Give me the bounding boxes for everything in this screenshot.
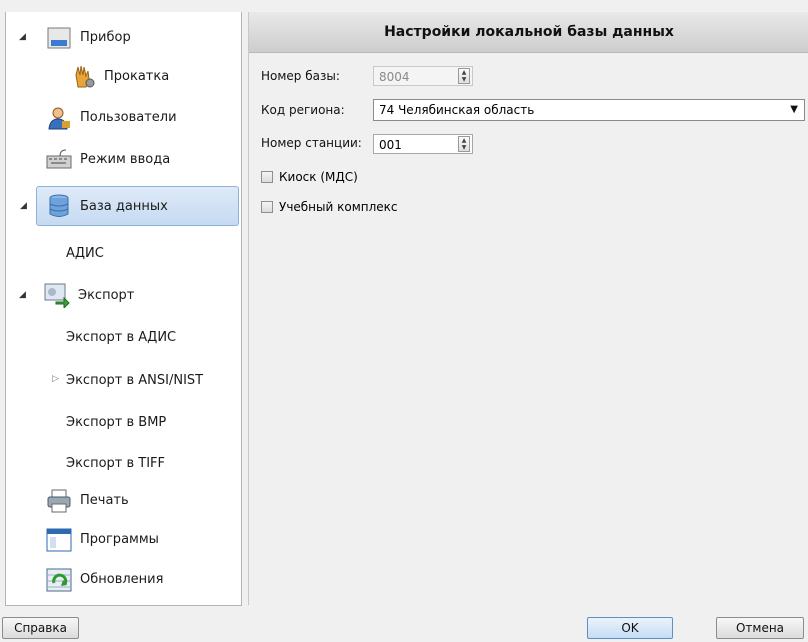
tree-item-label: Обновления bbox=[80, 572, 164, 587]
training-label: Учебный комплекс bbox=[279, 200, 398, 214]
spin-up-icon[interactable]: ▲ bbox=[459, 137, 469, 144]
settings-panel: Настройки локальной базы данных Номер ба… bbox=[248, 12, 808, 605]
region-value: 74 Челябинская область bbox=[379, 103, 535, 117]
station-number-stepper[interactable]: 001 ▲ ▼ bbox=[373, 134, 473, 154]
db-number-stepper[interactable]: 8004 ▲ ▼ bbox=[373, 66, 473, 86]
export-icon bbox=[44, 283, 70, 308]
collapsed-arrow-icon[interactable]: ▷ bbox=[52, 374, 59, 384]
station-spin-buttons[interactable]: ▲ ▼ bbox=[458, 136, 470, 152]
tree-item-database[interactable]: ◢ База данных bbox=[20, 186, 239, 226]
cancel-button[interactable]: Отмена bbox=[716, 617, 804, 639]
checkbox-box[interactable] bbox=[261, 171, 273, 183]
kiosk-checkbox[interactable]: Киоск (МДС) bbox=[261, 170, 358, 184]
tree-item-label: Пользователи bbox=[80, 110, 177, 125]
ok-button[interactable]: OK bbox=[587, 617, 673, 639]
station-number-value: 001 bbox=[379, 138, 402, 152]
training-checkbox[interactable]: Учебный комплекс bbox=[261, 200, 398, 214]
tree-item-label: Прокатка bbox=[104, 69, 170, 84]
tree-item-export[interactable]: ◢ Экспорт bbox=[6, 276, 236, 316]
device-icon bbox=[47, 27, 71, 49]
tree-item-device[interactable]: ◢ Прибор bbox=[6, 18, 236, 58]
settings-tree: ◢ Прибор Прокатка Пользователи Режим вво… bbox=[5, 12, 242, 606]
tree-item-export-tiff[interactable]: Экспорт в TIFF bbox=[6, 444, 236, 484]
printer-icon bbox=[47, 489, 71, 513]
tree-item-users[interactable]: Пользователи bbox=[6, 98, 236, 138]
update-icon bbox=[46, 568, 72, 592]
tree-item-label: Печать bbox=[80, 493, 129, 508]
hand-gear-icon bbox=[75, 65, 95, 88]
kiosk-label: Киоск (МДС) bbox=[279, 170, 358, 184]
tree-item-export-adis[interactable]: Экспорт в АДИС bbox=[6, 318, 236, 358]
tree-item-adis[interactable]: АДИС bbox=[6, 234, 236, 274]
spin-up-icon[interactable]: ▲ bbox=[459, 69, 469, 76]
expand-arrow-icon[interactable]: ◢ bbox=[20, 201, 27, 211]
database-icon bbox=[49, 194, 69, 217]
region-label: Код региона: bbox=[261, 103, 345, 117]
tree-item-updates[interactable]: Обновления bbox=[6, 560, 236, 600]
checkbox-box[interactable] bbox=[261, 201, 273, 213]
user-icon bbox=[48, 107, 70, 130]
tree-item-label: Режим ввода bbox=[80, 152, 171, 167]
tree-item-export-bmp[interactable]: Экспорт в BMP bbox=[6, 403, 236, 443]
tree-item-label: Экспорт в АДИС bbox=[66, 330, 177, 345]
spin-down-icon[interactable]: ▼ bbox=[459, 76, 469, 83]
tree-item-rolling[interactable]: Прокатка bbox=[6, 57, 236, 97]
tree-item-programs[interactable]: Программы bbox=[6, 520, 236, 560]
tree-item-label: Экспорт в ANSI/NIST bbox=[66, 373, 204, 388]
expand-arrow-icon[interactable]: ◢ bbox=[19, 290, 26, 300]
tree-item-label: Экспорт в TIFF bbox=[66, 456, 166, 471]
help-button[interactable]: Справка bbox=[2, 617, 79, 639]
tree-item-label: Экспорт bbox=[78, 288, 135, 303]
panel-title: Настройки локальной базы данных bbox=[249, 12, 808, 53]
station-label: Номер станции: bbox=[261, 136, 362, 150]
tree-item-label: База данных bbox=[80, 199, 168, 214]
db-number-label: Номер базы: bbox=[261, 69, 340, 83]
keyboard-icon bbox=[46, 149, 72, 169]
expand-arrow-icon[interactable]: ◢ bbox=[19, 32, 26, 42]
tree-item-label: Экспорт в BMP bbox=[66, 415, 167, 430]
tree-item-print[interactable]: Печать bbox=[6, 481, 236, 521]
tree-item-label: АДИС bbox=[66, 246, 104, 261]
chevron-down-icon[interactable]: ▼ bbox=[790, 104, 798, 115]
tree-item-input-mode[interactable]: Режим ввода bbox=[6, 140, 236, 180]
tree-item-label: Программы bbox=[80, 532, 159, 547]
tree-item-export-ansi-nist[interactable]: ▷ Экспорт в ANSI/NIST bbox=[6, 361, 236, 401]
db-number-value: 8004 bbox=[379, 70, 410, 84]
spin-down-icon[interactable]: ▼ bbox=[459, 144, 469, 151]
window-icon bbox=[46, 528, 72, 552]
tree-item-label: Прибор bbox=[80, 30, 131, 45]
region-select[interactable]: 74 Челябинская область ▼ bbox=[373, 99, 805, 121]
db-number-spin-buttons[interactable]: ▲ ▼ bbox=[458, 68, 470, 84]
